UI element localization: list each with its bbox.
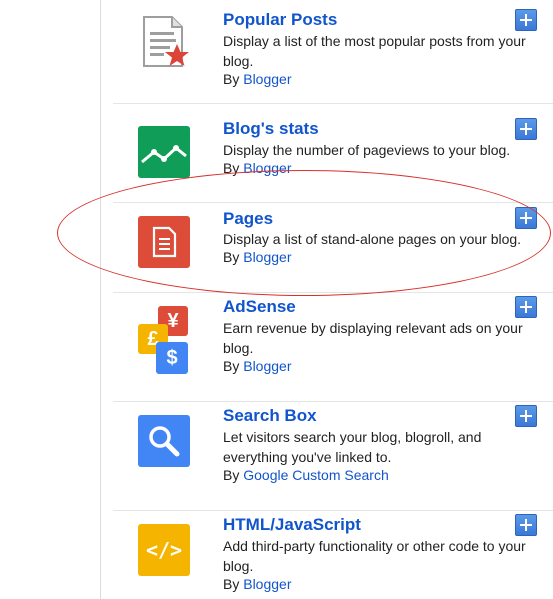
- search-magnifier-icon: [138, 415, 190, 467]
- gadget-byline-pages: By Blogger: [223, 249, 292, 265]
- gadget-divider: [113, 401, 553, 402]
- panel-left-border: [100, 0, 101, 599]
- add-popular-posts-button[interactable]: [515, 9, 537, 31]
- byline-prefix: By: [223, 576, 240, 592]
- author-link-popular-posts[interactable]: Blogger: [243, 71, 291, 87]
- author-link-adsense[interactable]: Blogger: [243, 358, 291, 374]
- gadget-desc-popular-posts: Display a list of the most popular posts…: [223, 33, 526, 69]
- code-brackets-icon: </>: [138, 524, 190, 576]
- author-link-pages[interactable]: Blogger: [243, 249, 291, 265]
- gadget-byline-popular-posts: By Blogger: [223, 71, 292, 87]
- gadget-title-pages[interactable]: Pages: [223, 209, 273, 229]
- author-link-blogs-stats[interactable]: Blogger: [243, 160, 291, 176]
- gadget-title-popular-posts[interactable]: Popular Posts: [223, 10, 337, 30]
- gadget-byline-adsense: By Blogger: [223, 358, 292, 374]
- byline-prefix: By: [223, 71, 240, 87]
- gadget-divider: [113, 510, 553, 511]
- stats-chart-icon: [138, 126, 190, 178]
- add-adsense-button[interactable]: [515, 296, 537, 318]
- add-pages-button[interactable]: [515, 207, 537, 229]
- byline-prefix: By: [223, 160, 240, 176]
- gadget-byline-html-javascript: By Blogger: [223, 576, 292, 592]
- gadget-title-adsense[interactable]: AdSense: [223, 297, 296, 317]
- gadget-divider: [113, 292, 553, 293]
- gadget-title-html-javascript[interactable]: HTML/JavaScript: [223, 515, 361, 535]
- gadget-desc-blogs-stats: Display the number of pageviews to your …: [223, 142, 511, 158]
- gadget-desc-html-javascript: Add third-party functionality or other c…: [223, 538, 526, 574]
- gadget-title-blogs-stats[interactable]: Blog's stats: [223, 119, 319, 139]
- byline-prefix: By: [223, 249, 240, 265]
- gadget-desc-search-box: Let visitors search your blog, blogroll,…: [223, 429, 482, 465]
- add-search-box-button[interactable]: [515, 405, 537, 427]
- byline-prefix: By: [223, 467, 240, 483]
- byline-prefix: By: [223, 358, 240, 374]
- gadget-byline-search-box: By Google Custom Search: [223, 467, 389, 483]
- gadget-desc-pages: Display a list of stand-alone pages on y…: [223, 231, 522, 247]
- author-link-html-javascript[interactable]: Blogger: [243, 576, 291, 592]
- adsense-currency-icon: ¥ £ $: [138, 306, 194, 376]
- dollar-coin-icon: $: [156, 342, 188, 374]
- author-link-search-box[interactable]: Google Custom Search: [243, 467, 389, 483]
- add-blogs-stats-button[interactable]: [515, 118, 537, 140]
- gadget-divider: [113, 103, 553, 104]
- gadget-byline-blogs-stats: By Blogger: [223, 160, 292, 176]
- gadget-title-search-box[interactable]: Search Box: [223, 406, 317, 426]
- add-html-javascript-button[interactable]: [515, 514, 537, 536]
- gadget-divider: [113, 202, 553, 203]
- pages-document-icon: [138, 216, 190, 268]
- popular-posts-icon: [138, 14, 190, 67]
- gadget-desc-adsense: Earn revenue by displaying relevant ads …: [223, 320, 523, 356]
